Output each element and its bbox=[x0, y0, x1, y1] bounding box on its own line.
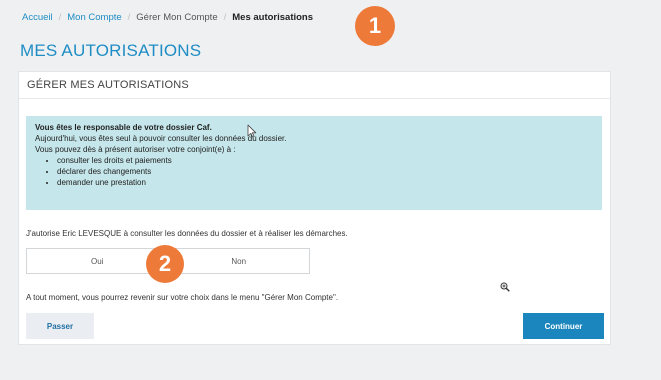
breadcrumb-separator: / bbox=[58, 12, 62, 23]
annotation-marker-2: 2 bbox=[146, 245, 184, 283]
zoom-icon bbox=[500, 282, 510, 292]
skip-button[interactable]: Passer bbox=[26, 313, 94, 339]
info-line: Aujourd'hui, vous êtes seul à pouvoir co… bbox=[35, 134, 287, 143]
annotation-marker-1: 1 bbox=[355, 6, 395, 46]
consent-text: J'autorise Eric LEVESQUE à consulter les… bbox=[26, 229, 348, 238]
info-bullet: demander une prestation bbox=[57, 177, 593, 188]
breadcrumb-separator: / bbox=[127, 12, 131, 23]
info-line: Vous pouvez dès à présent autoriser votr… bbox=[35, 145, 236, 154]
info-bullet: déclarer des changements bbox=[57, 166, 593, 177]
breadcrumb: Accueil / Mon Compte / Gérer Mon Compte … bbox=[22, 12, 313, 23]
authorizations-panel: GÉRER MES AUTORISATIONS Vous êtes le res… bbox=[18, 71, 611, 345]
page-title: MES AUTORISATIONS bbox=[20, 41, 202, 60]
info-bullet: consulter les droits et paiements bbox=[57, 155, 593, 166]
continue-button[interactable]: Continuer bbox=[523, 313, 604, 339]
breadcrumb-current: Mes autorisations bbox=[232, 12, 314, 23]
reminder-text: A tout moment, vous pourrez revenir sur … bbox=[26, 293, 339, 302]
info-title: Vous êtes le responsable de votre dossie… bbox=[35, 123, 212, 132]
breadcrumb-separator: / bbox=[223, 12, 227, 23]
breadcrumb-gerer-mon-compte[interactable]: Gérer Mon Compte bbox=[136, 12, 217, 23]
breadcrumb-accueil[interactable]: Accueil bbox=[22, 12, 53, 23]
breadcrumb-mon-compte[interactable]: Mon Compte bbox=[67, 12, 121, 23]
cursor-icon bbox=[247, 124, 257, 138]
no-option[interactable]: Non bbox=[167, 249, 310, 273]
info-bullet-list: consulter les droits et paiements déclar… bbox=[35, 155, 593, 188]
panel-header: GÉRER MES AUTORISATIONS bbox=[19, 72, 610, 99]
info-box: Vous êtes le responsable de votre dossie… bbox=[26, 116, 602, 210]
